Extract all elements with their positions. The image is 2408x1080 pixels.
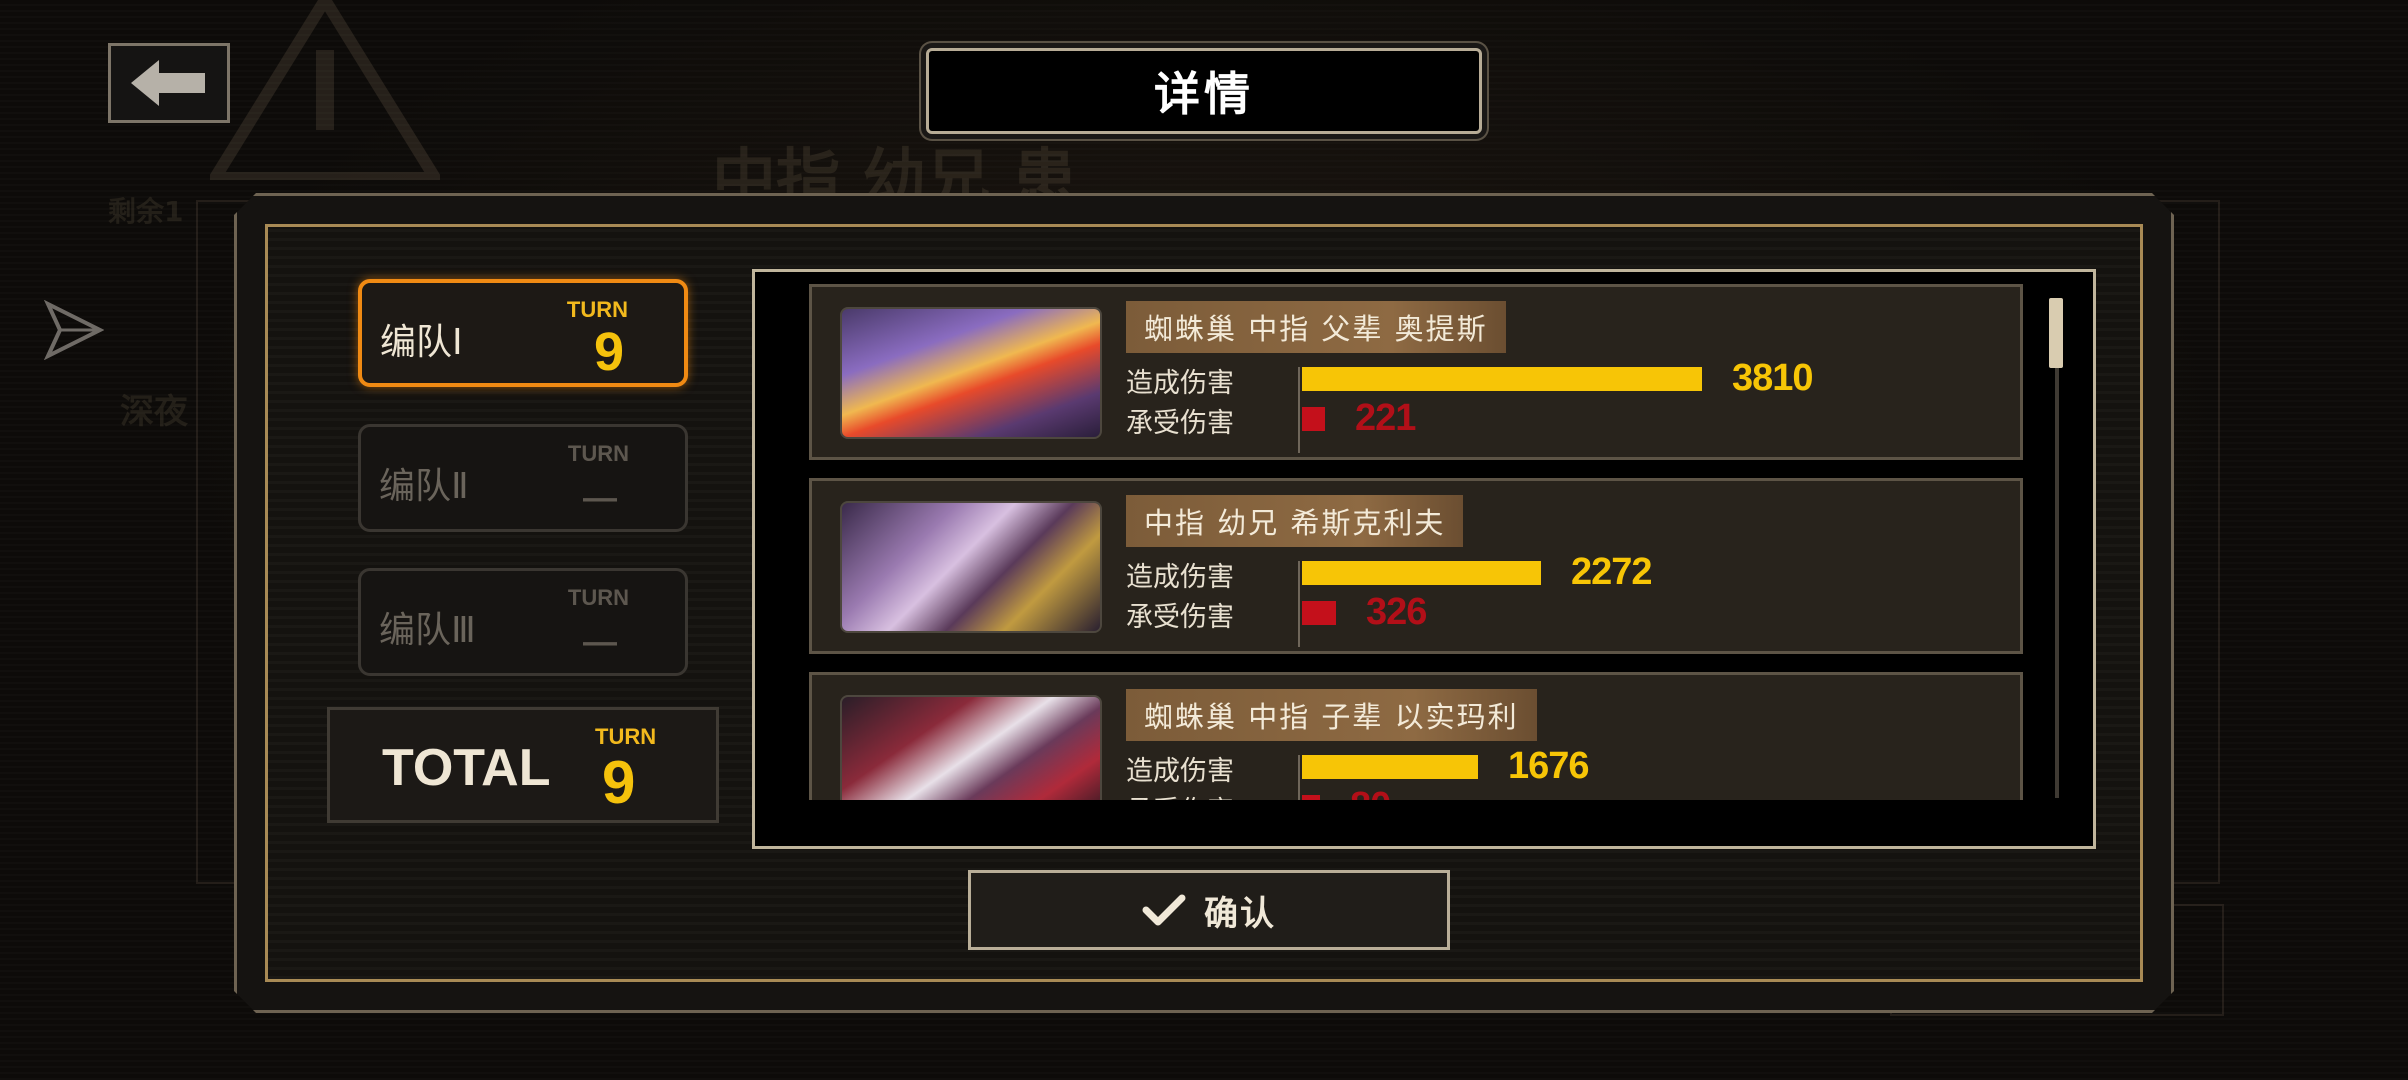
- total-summary: TOTAL TURN 9: [327, 707, 719, 823]
- turn-label: TURN: [567, 441, 629, 466]
- total-label: TOTAL: [382, 739, 551, 797]
- damage-taken-label: 承受伤害: [1126, 408, 1234, 439]
- bar-axis: [1298, 561, 1300, 647]
- damage-taken-value: 80: [1350, 785, 1390, 800]
- total-turn-label: TURN: [595, 724, 657, 749]
- damage-taken-bar: [1302, 795, 1320, 800]
- title-bar: 详情: [926, 48, 1482, 134]
- character-card[interactable]: 蜘蛛巢 中指 父辈 奥提斯 造成伤害 承受伤害 3810 221: [809, 284, 2023, 460]
- confirm-button[interactable]: 确认: [968, 870, 1450, 950]
- team-name: 编队Ⅰ: [380, 322, 463, 363]
- send-icon[interactable]: [44, 300, 104, 360]
- background-ghost-night: 深夜: [120, 392, 188, 432]
- damage-dealt-value: 1676: [1508, 745, 1589, 787]
- character-name: 蜘蛛巢 中指 子辈 以实玛利: [1126, 689, 1537, 741]
- character-portrait: [840, 695, 1102, 800]
- character-list[interactable]: 蜘蛛巢 中指 父辈 奥提斯 造成伤害 承受伤害 3810 221 中指 幼兄 希…: [755, 272, 2093, 800]
- damage-dealt-bar: [1302, 367, 1702, 391]
- character-card[interactable]: 中指 幼兄 希斯克利夫 造成伤害 承受伤害 2272 326: [809, 478, 2023, 654]
- damage-dealt-bar: [1302, 561, 1541, 585]
- character-portrait: [840, 501, 1102, 633]
- background-ghost-remaining: 剩余1: [108, 195, 184, 228]
- character-list-panel[interactable]: 蜘蛛巢 中指 父辈 奥提斯 造成伤害 承受伤害 3810 221 中指 幼兄 希…: [752, 269, 2096, 849]
- confirm-label: 确认: [1204, 893, 1276, 934]
- team-tab-1[interactable]: 编队Ⅰ TURN 9: [358, 279, 688, 387]
- bar-axis: [1298, 367, 1300, 453]
- warning-icon: [210, 0, 440, 180]
- team-name: 编队Ⅲ: [379, 610, 476, 651]
- details-dialog: 编队Ⅰ TURN 9 编队Ⅱ TURN — 编队Ⅲ TURN — TOTAL T…: [234, 193, 2174, 1013]
- team-tab-2[interactable]: 编队Ⅱ TURN —: [358, 424, 688, 532]
- checkmark-icon: [1142, 892, 1186, 928]
- page-title: 详情: [1154, 67, 1254, 121]
- damage-taken-value: 221: [1355, 397, 1416, 439]
- team-name: 编队Ⅱ: [379, 466, 469, 507]
- scrollbar-track[interactable]: [2055, 298, 2059, 798]
- character-portrait: [840, 307, 1102, 439]
- damage-taken-label: 承受伤害: [1126, 602, 1234, 633]
- dialog-frame: 编队Ⅰ TURN 9 编队Ⅱ TURN — 编队Ⅲ TURN — TOTAL T…: [265, 224, 2143, 982]
- team-tab-3[interactable]: 编队Ⅲ TURN —: [358, 568, 688, 676]
- damage-dealt-label: 造成伤害: [1126, 756, 1234, 787]
- damage-dealt-label: 造成伤害: [1126, 368, 1234, 399]
- turn-value: 9: [593, 322, 624, 382]
- damage-taken-value: 326: [1366, 591, 1427, 633]
- turn-label: TURN: [566, 297, 628, 322]
- character-name: 中指 幼兄 希斯克利夫: [1126, 495, 1463, 547]
- turn-label: TURN: [567, 585, 629, 610]
- damage-taken-bar: [1302, 407, 1325, 431]
- damage-dealt-value: 3810: [1732, 357, 1813, 399]
- damage-taken-bar: [1302, 601, 1336, 625]
- turn-value: —: [583, 623, 617, 661]
- character-name: 蜘蛛巢 中指 父辈 奥提斯: [1126, 301, 1506, 353]
- damage-dealt-label: 造成伤害: [1126, 562, 1234, 593]
- damage-taken-label: 承受伤害: [1126, 789, 1234, 800]
- turn-value: —: [583, 479, 617, 517]
- scrollbar-thumb[interactable]: [2049, 298, 2063, 368]
- back-button[interactable]: [108, 43, 230, 123]
- character-card[interactable]: 蜘蛛巢 中指 子辈 以实玛利 造成伤害 承受伤害 1676 80: [809, 672, 2023, 800]
- total-turn-value: 9: [602, 749, 636, 816]
- bar-axis: [1298, 755, 1300, 800]
- damage-dealt-value: 2272: [1571, 551, 1652, 593]
- damage-dealt-bar: [1302, 755, 1478, 779]
- arrow-left-icon: [131, 60, 205, 106]
